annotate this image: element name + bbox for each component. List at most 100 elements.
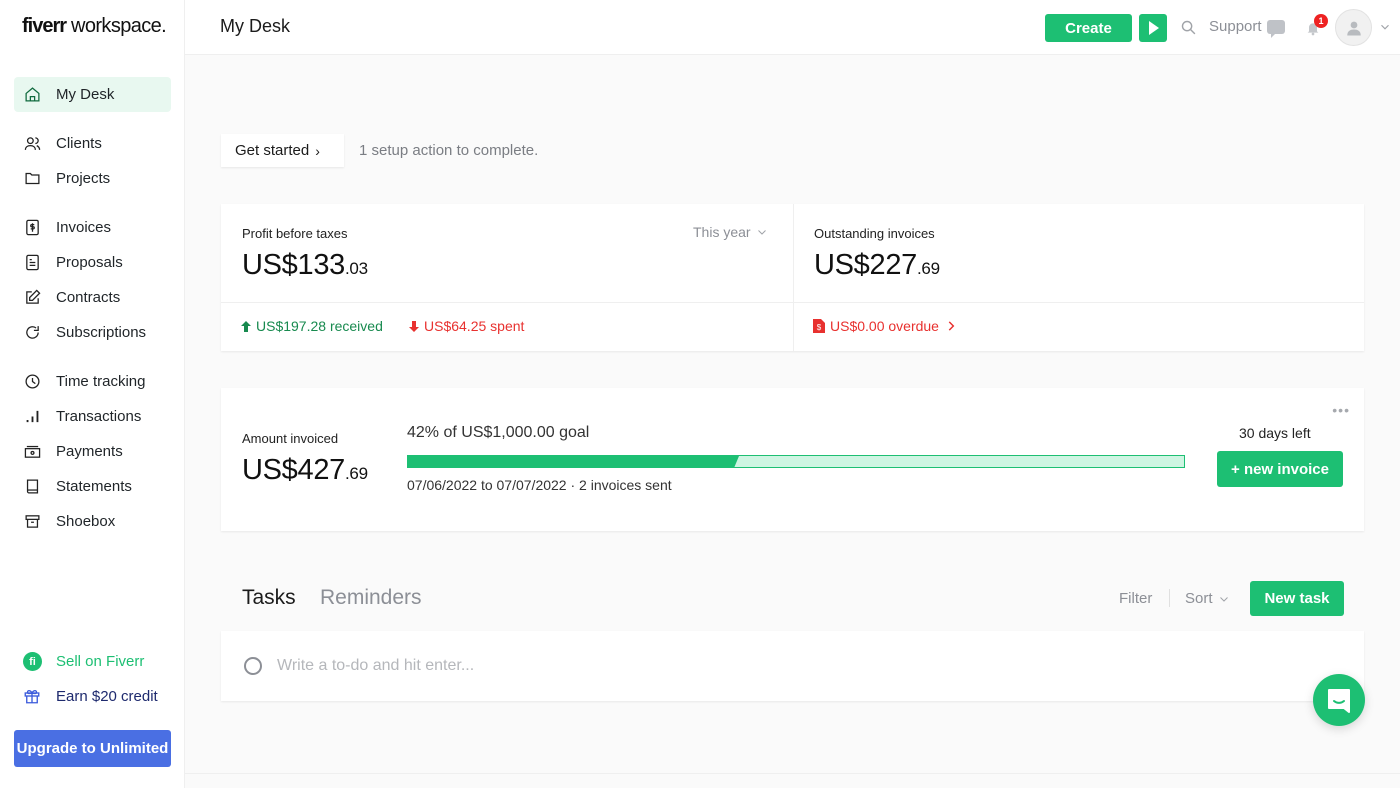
divider <box>221 302 1364 303</box>
users-icon <box>23 135 41 153</box>
notification-badge: 1 <box>1314 14 1328 28</box>
new-task-button[interactable]: New task <box>1250 581 1344 616</box>
sidebar-item-label: Proposals <box>56 254 123 271</box>
sidebar-item-projects[interactable]: Projects <box>14 161 171 196</box>
financial-summary-card: Profit before taxes This year US$133.03 … <box>221 204 1364 351</box>
play-video-button[interactable] <box>1139 14 1167 42</box>
divider <box>185 773 1400 774</box>
profit-label: Profit before taxes <box>242 226 348 241</box>
more-options-icon[interactable]: ••• <box>1332 402 1350 418</box>
sidebar-item-clients[interactable]: Clients <box>14 126 171 161</box>
tab-tasks[interactable]: Tasks <box>242 586 296 610</box>
sidebar-item-shoebox[interactable]: Shoebox <box>14 504 171 539</box>
sidebar-item-payments[interactable]: Payments <box>14 434 171 469</box>
profit-amount-cents: .03 <box>345 259 368 278</box>
search-icon[interactable] <box>1180 19 1197 36</box>
refresh-icon <box>23 324 41 342</box>
sidebar-item-label: Invoices <box>56 219 112 236</box>
fiverr-workspace-logo[interactable]: fiverr workspace. <box>22 15 167 38</box>
chevron-right-icon: › <box>315 142 320 159</box>
sidebar-item-label: Projects <box>56 170 111 187</box>
cash-icon <box>23 443 41 461</box>
amount-invoiced-value: US$427.69 <box>242 454 368 487</box>
chevron-down-icon <box>1219 596 1228 602</box>
outstanding-amount: US$227.69 <box>814 249 940 282</box>
divider <box>1169 589 1170 607</box>
chevron-down-icon[interactable] <box>1378 20 1392 34</box>
folder-icon <box>23 170 41 188</box>
received-amount: US$197.28 received <box>241 318 383 334</box>
sidebar-item-label: Payments <box>56 443 123 460</box>
invoice-dollar-icon <box>23 219 41 237</box>
sidebar-item-my-desk[interactable]: My Desk <box>14 77 171 112</box>
spent-label: US$64.25 spent <box>424 318 525 334</box>
spent-amount: US$64.25 spent <box>409 318 524 334</box>
sidebar-item-label: Contracts <box>56 289 121 306</box>
goal-date-range: 07/06/2022 to 07/07/2022 · 2 invoices se… <box>407 477 672 493</box>
outstanding-label: Outstanding invoices <box>814 226 935 241</box>
sidebar-item-label: Transactions <box>56 408 142 425</box>
outstanding-amount-main: US$227 <box>814 249 917 281</box>
period-value: This year <box>693 224 751 240</box>
overdue-label: US$0.00 overdue <box>830 318 939 334</box>
filter-button[interactable]: Filter <box>1119 590 1152 607</box>
goal-progress-text: 42% of US$1,000.00 goal <box>407 424 590 441</box>
sidebar-item-label: Statements <box>56 478 132 495</box>
upgrade-to-unlimited-button[interactable]: Upgrade to Unlimited <box>14 730 171 767</box>
sidebar-item-label: Subscriptions <box>56 324 147 341</box>
chat-icon <box>1328 689 1350 713</box>
tab-reminders[interactable]: Reminders <box>320 586 422 610</box>
amount-invoiced-label: Amount invoiced <box>242 431 339 446</box>
arrow-up-icon <box>241 320 251 332</box>
support-button[interactable]: Support <box>1209 18 1285 38</box>
support-label: Support <box>1209 18 1262 35</box>
chat-bubble-icon <box>1266 19 1285 38</box>
sidebar-item-proposals[interactable]: Proposals <box>14 245 171 280</box>
outstanding-amount-cents: .69 <box>917 259 940 278</box>
days-left: 30 days left <box>1239 425 1311 441</box>
get-started-button[interactable]: Get started › <box>221 134 344 167</box>
overdue-invoice-icon: $ <box>813 319 825 333</box>
fiverr-logo-icon: fi <box>23 652 42 671</box>
home-icon <box>23 86 41 104</box>
sort-dropdown[interactable]: Sort <box>1185 590 1230 607</box>
sidebar-item-subscriptions[interactable]: Subscriptions <box>14 315 171 350</box>
sell-on-fiverr-link[interactable]: fi Sell on Fiverr <box>23 652 144 671</box>
get-started-label: Get started <box>235 142 310 159</box>
sidebar-item-transactions[interactable]: Transactions <box>14 399 171 434</box>
user-avatar[interactable] <box>1335 9 1372 46</box>
chat-launcher-button[interactable] <box>1313 674 1365 726</box>
edit-icon <box>23 289 41 307</box>
sidebar-item-label: My Desk <box>56 86 115 103</box>
sidebar-item-contracts[interactable]: Contracts <box>14 280 171 315</box>
top-header: My Desk Create Support 1 <box>185 0 1400 55</box>
setup-message: 1 setup action to complete. <box>359 142 539 159</box>
sidebar-item-statements[interactable]: Statements <box>14 469 171 504</box>
profit-amount: US$133.03 <box>242 249 368 282</box>
create-button[interactable]: Create <box>1045 14 1132 42</box>
user-icon <box>1346 21 1361 35</box>
sidebar-item-label: Shoebox <box>56 513 116 530</box>
new-invoice-button[interactable]: + new invoice <box>1217 451 1343 487</box>
arrow-down-icon <box>409 320 419 332</box>
logo-light-text: workspace. <box>66 15 167 37</box>
clock-icon <box>23 373 41 391</box>
amount-invoiced-cents: .69 <box>345 464 368 483</box>
overdue-link[interactable]: $ US$0.00 overdue <box>813 318 958 334</box>
invoice-goal-card: ••• Amount invoiced US$427.69 42% of US$… <box>221 388 1364 531</box>
earn-credit-label: Earn $20 credit <box>56 687 158 705</box>
todo-input[interactable] <box>277 653 1177 679</box>
chevron-down-icon <box>757 230 766 235</box>
sidebar-item-invoices[interactable]: Invoices <box>14 210 171 245</box>
book-icon <box>23 478 41 496</box>
divider <box>793 204 794 351</box>
archive-box-icon <box>23 513 41 531</box>
todo-checkbox[interactable] <box>244 657 262 675</box>
period-dropdown[interactable]: This year <box>693 224 768 240</box>
logo-bold-text: fiverr <box>22 15 67 37</box>
earn-credit-link[interactable]: Earn $20 credit <box>23 687 158 705</box>
bar-chart-icon <box>23 408 41 426</box>
sidebar-item-time-tracking[interactable]: Time tracking <box>14 364 171 399</box>
sell-on-fiverr-label: Sell on Fiverr <box>56 653 145 670</box>
chevron-right-icon <box>948 321 955 331</box>
